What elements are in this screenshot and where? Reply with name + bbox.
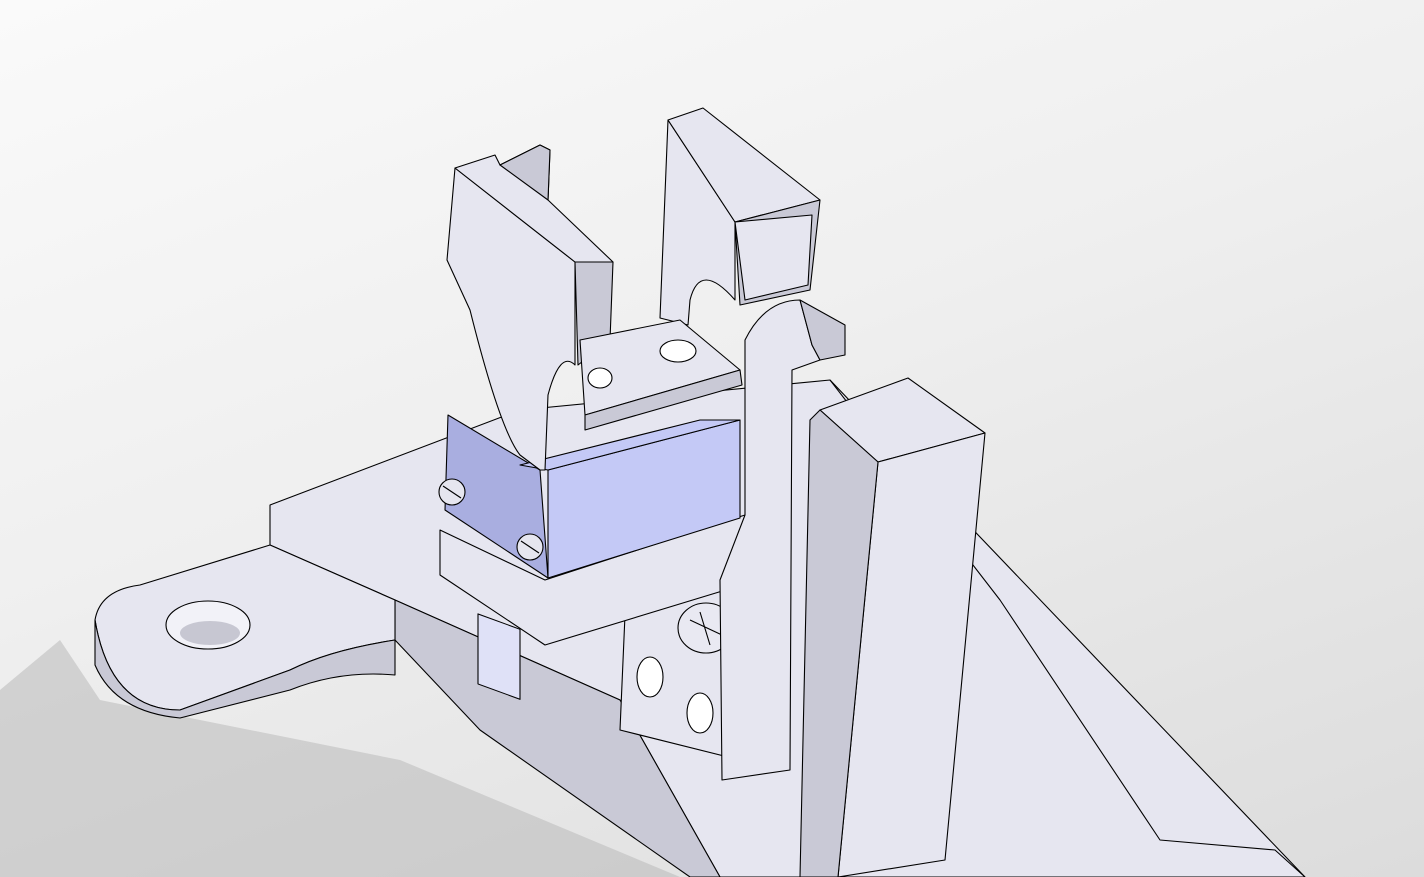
linkage-hole-icon	[587, 367, 613, 389]
gripper-right-jaw[interactable]	[659, 107, 821, 326]
linkage-hole-icon	[659, 339, 697, 363]
hole-2	[686, 692, 714, 734]
right-jaw-step	[734, 214, 813, 301]
servo-window	[477, 613, 521, 700]
mounting-hole-depth	[180, 621, 240, 645]
3d-model-view[interactable]	[0, 0, 1424, 877]
hole-1	[636, 656, 664, 698]
cad-viewport[interactable]	[0, 0, 1424, 877]
